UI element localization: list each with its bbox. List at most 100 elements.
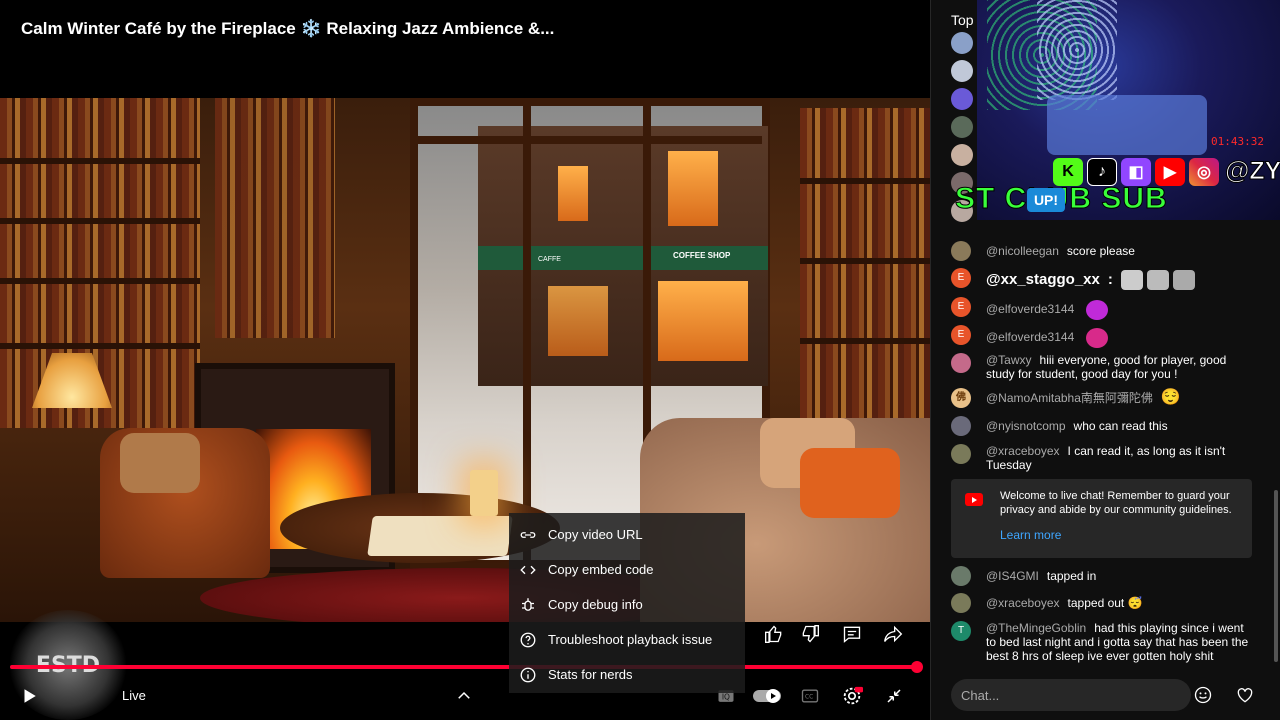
avatar bbox=[951, 566, 971, 586]
info-icon bbox=[517, 664, 539, 686]
message-author[interactable]: @nicolleegan bbox=[986, 244, 1059, 258]
message-author[interactable]: @xx_staggo_xx bbox=[986, 271, 1100, 288]
open-book bbox=[367, 516, 513, 556]
chat-scrollbar[interactable] bbox=[1274, 490, 1278, 662]
exit-fullscreen-icon[interactable] bbox=[880, 674, 908, 718]
welcome-text: Welcome to live chat! Remember to guard … bbox=[1000, 490, 1232, 516]
pillow bbox=[800, 448, 900, 518]
heart-icon[interactable] bbox=[1233, 683, 1257, 707]
avatar bbox=[951, 116, 973, 138]
menu-item-label: Copy embed code bbox=[548, 562, 654, 577]
shop-front bbox=[658, 281, 748, 361]
cafe-sign: CAFFE bbox=[538, 256, 561, 263]
avatar bbox=[951, 353, 971, 373]
avatar: E bbox=[951, 268, 971, 288]
message-author[interactable]: @nyisnotcomp bbox=[986, 419, 1066, 433]
chat-bubble-icon[interactable] bbox=[837, 620, 867, 648]
window-mullion bbox=[523, 106, 531, 560]
avatar: T bbox=[951, 621, 971, 641]
chat-mode-top-chat[interactable]: Top bbox=[951, 12, 974, 28]
video-player[interactable]: Calm Winter Café by the Fireplace ❄️ Rel… bbox=[0, 0, 930, 720]
up-badge: UP! bbox=[1027, 188, 1065, 212]
message-author[interactable]: @NamoAmitabha南無阿彌陀佛 bbox=[986, 391, 1153, 405]
avatar bbox=[951, 60, 973, 82]
menu-item-copy-debug-info[interactable]: Copy debug info bbox=[509, 587, 745, 622]
captions-icon[interactable]: CC bbox=[796, 674, 824, 718]
chat-input[interactable] bbox=[951, 679, 1191, 711]
like-icon[interactable] bbox=[759, 620, 789, 648]
emote bbox=[1121, 270, 1144, 290]
lit-window bbox=[558, 166, 588, 221]
menu-item-copy-embed-code[interactable]: Copy embed code bbox=[509, 552, 745, 587]
avatar: E bbox=[951, 297, 971, 317]
progress-bar[interactable] bbox=[10, 665, 920, 669]
settings-gear-icon[interactable] bbox=[838, 674, 866, 718]
message-text: 😌 bbox=[1160, 389, 1181, 406]
avatar bbox=[951, 144, 973, 166]
message-author[interactable]: @elfoverde3144 bbox=[986, 302, 1074, 316]
chat-message: E @elfoverde3144 bbox=[951, 325, 1261, 348]
avatar bbox=[951, 88, 973, 110]
chat-message: @nicolleegan score please bbox=[951, 241, 1261, 261]
emoji-icon[interactable] bbox=[1191, 683, 1215, 707]
shelf-board bbox=[800, 338, 930, 344]
chat-message: @xraceboyex I can read it, as long as it … bbox=[951, 444, 1261, 472]
message-author[interactable]: @elfoverde3144 bbox=[986, 330, 1074, 344]
chat-message: E @xx_staggo_xx: bbox=[951, 268, 1261, 290]
avatar bbox=[951, 444, 971, 464]
shelf-board bbox=[0, 218, 200, 224]
progress-knob[interactable] bbox=[911, 661, 923, 673]
shelf-board bbox=[0, 278, 200, 284]
window-mullion bbox=[418, 136, 762, 144]
menu-item-label: Stats for nerds bbox=[548, 667, 633, 682]
message-author[interactable]: @TheMingeGoblin bbox=[986, 621, 1086, 635]
dislike-icon[interactable] bbox=[795, 620, 825, 648]
message-author[interactable]: @xraceboyex bbox=[986, 444, 1060, 458]
message-author[interactable]: @IS4GMI bbox=[986, 569, 1039, 583]
menu-item-label: Troubleshoot playback issue bbox=[548, 632, 713, 647]
youtube-icon bbox=[965, 493, 983, 506]
live-label: Live bbox=[122, 688, 146, 703]
menu-item-stats-for-nerds[interactable]: Stats for nerds bbox=[509, 657, 745, 692]
bed bbox=[1047, 95, 1207, 155]
shelf-board bbox=[800, 178, 930, 184]
chat-message: @Tawxy hiii everyone, good for player, go… bbox=[951, 353, 1261, 381]
emote bbox=[1173, 270, 1196, 290]
avatar bbox=[951, 593, 971, 613]
stream-timer: 01:43:32 bbox=[1211, 135, 1264, 148]
menu-item-label: Copy debug info bbox=[548, 597, 643, 612]
video-title: Calm Winter Café by the Fireplace ❄️ Rel… bbox=[21, 19, 555, 38]
menu-item-copy-video-url[interactable]: Copy video URL bbox=[509, 517, 745, 552]
shelf-board bbox=[0, 158, 200, 164]
led-lights bbox=[1037, 0, 1117, 100]
bookshelf-right bbox=[800, 108, 930, 438]
shop-sign: COFFEE SHOP bbox=[673, 251, 731, 260]
autoplay-toggle[interactable] bbox=[752, 674, 782, 718]
avatar: E bbox=[951, 325, 971, 345]
video-frame[interactable]: COFFEE SHOP CAFFE bbox=[0, 98, 930, 622]
play-icon[interactable] bbox=[14, 674, 44, 718]
welcome-banner: Welcome to live chat! Remember to guard … bbox=[951, 479, 1252, 558]
avatar bbox=[951, 416, 971, 436]
live-chat-panel: Top 01:43:32 K ♪ ◧ ▶ ◎ @ZYIROH ST CLUB S… bbox=[930, 0, 1280, 720]
message-author[interactable]: @Tawxy bbox=[986, 353, 1032, 367]
chat-message: E @elfoverde3144 bbox=[951, 297, 1261, 320]
message-author[interactable]: @xraceboyex bbox=[986, 596, 1060, 610]
emote bbox=[1086, 328, 1109, 348]
message-text: tapped out 😴 bbox=[1067, 596, 1143, 610]
chat-message: T @TheMingeGoblin had this playing since … bbox=[951, 621, 1261, 663]
sub-banner: ST CLUB SUB bbox=[955, 182, 1168, 216]
chevron-up-icon[interactable] bbox=[449, 674, 479, 718]
menu-item-troubleshoot[interactable]: Troubleshoot playback issue bbox=[509, 622, 745, 657]
link-icon bbox=[517, 524, 539, 546]
shelf-board bbox=[800, 258, 930, 264]
shop-front bbox=[548, 286, 608, 356]
share-icon[interactable] bbox=[878, 620, 908, 648]
learn-more-link[interactable]: Learn more bbox=[1000, 528, 1061, 542]
candle bbox=[470, 470, 498, 516]
menu-item-label: Copy video URL bbox=[548, 527, 643, 542]
avatar bbox=[951, 241, 971, 261]
question-icon bbox=[517, 629, 539, 651]
pillow bbox=[120, 433, 200, 493]
message-text: tapped in bbox=[1046, 569, 1097, 583]
